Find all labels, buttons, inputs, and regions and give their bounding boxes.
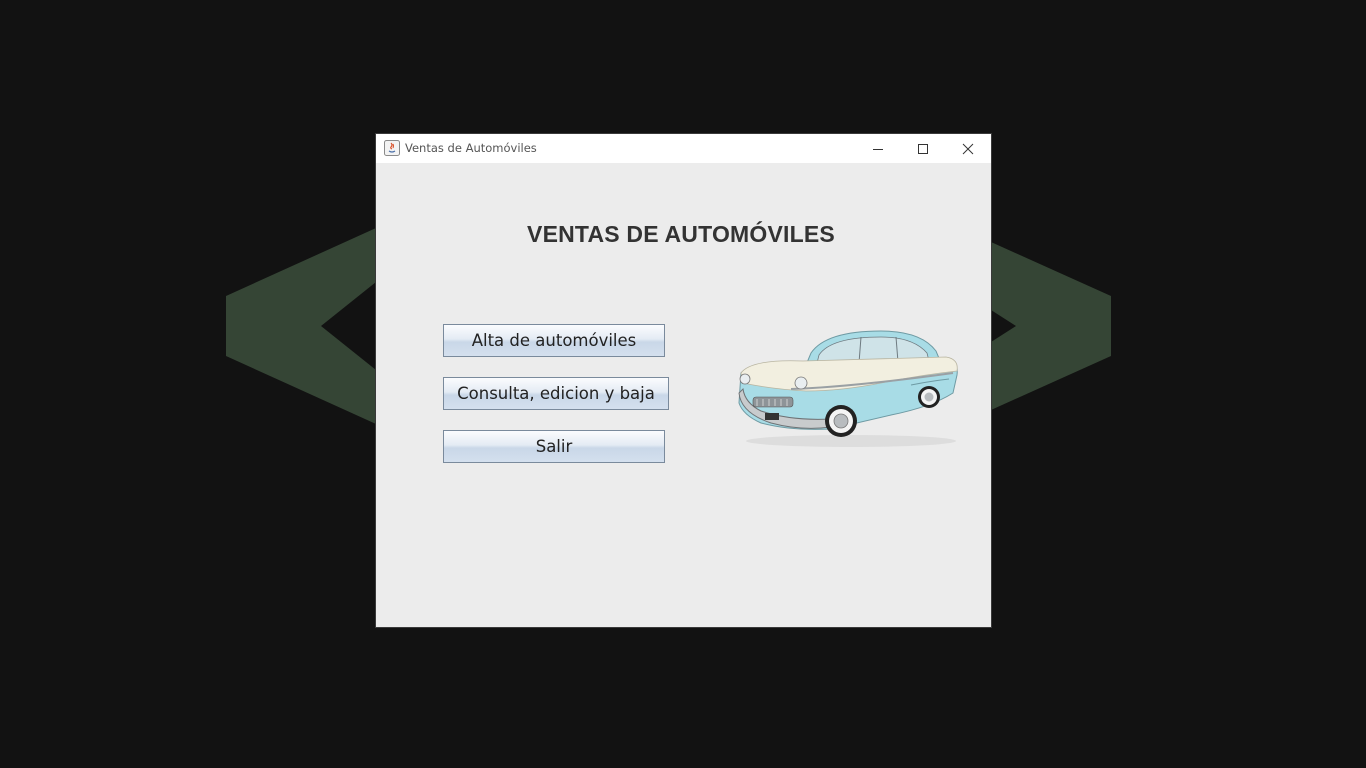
alta-automoviles-button[interactable]: Alta de automóviles <box>443 324 665 357</box>
salir-button[interactable]: Salir <box>443 430 665 463</box>
classic-car-image <box>738 330 958 447</box>
consulta-edicion-baja-button[interactable]: Consulta, edicion y baja <box>443 377 669 410</box>
app-window: Ventas de Automóviles VENTAS DE AUTOMÓVI… <box>376 134 991 627</box>
desktop: Ventas de Automóviles VENTAS DE AUTOMÓVI… <box>0 0 1366 768</box>
window-title: Ventas de Automóviles <box>405 141 537 155</box>
title-bar[interactable]: Ventas de Automóviles <box>376 134 991 163</box>
minimize-button[interactable] <box>855 134 900 163</box>
page-title-text: VENTAS DE AUTOMÓVILES <box>527 221 835 247</box>
page-title: VENTAS DE AUTOMÓVILES <box>376 221 986 248</box>
maximize-icon <box>917 143 928 154</box>
close-icon <box>962 143 973 154</box>
maximize-button[interactable] <box>900 134 945 163</box>
minimize-icon <box>872 148 883 150</box>
close-button[interactable] <box>945 134 990 163</box>
main-panel: VENTAS DE AUTOMÓVILES Alta de automóvile… <box>376 163 991 627</box>
java-app-icon <box>384 140 400 156</box>
